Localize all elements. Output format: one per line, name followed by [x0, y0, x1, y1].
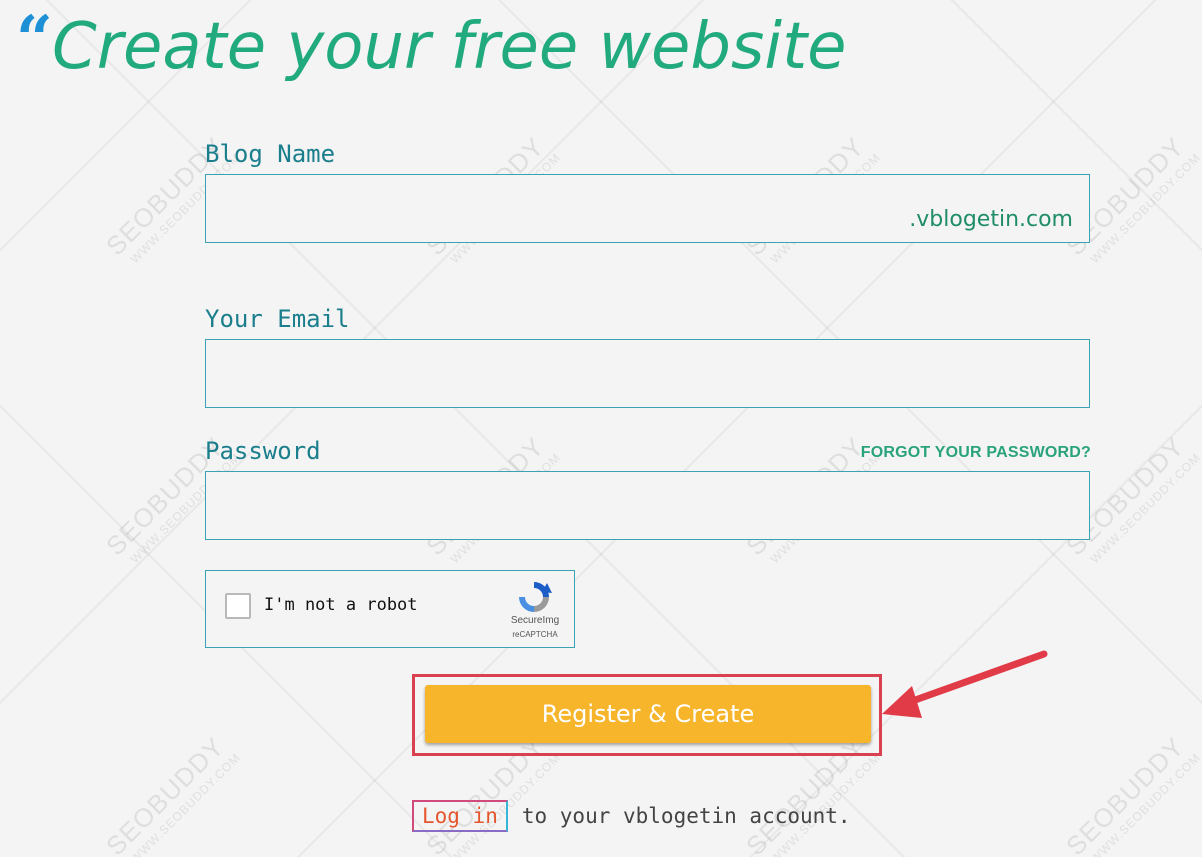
watermark: SEOBUDDYWWW.SEOBUDDY.COM [1060, 731, 1202, 857]
login-link[interactable]: Log in [412, 800, 508, 832]
blog-name-label: Blog Name [205, 140, 336, 168]
email-label: Your Email [205, 305, 350, 333]
watermark: SEOBUDDYWWW.SEOBUDDY.COM [100, 731, 244, 857]
recaptcha-widget: I'm not a robot SecureImg reCAPTCHA [205, 570, 575, 648]
captcha-sub: reCAPTCHA [512, 630, 558, 639]
arrow-icon [882, 650, 1048, 718]
captcha-label: I'm not a robot [264, 595, 418, 615]
blog-name-input[interactable]: .vblogetin.com [205, 174, 1090, 243]
recaptcha-icon [519, 582, 552, 612]
login-suffix-text: to your vblogetin account. [521, 804, 851, 828]
email-input[interactable] [205, 339, 1090, 408]
quote-icon: “ [16, 2, 53, 77]
register-create-button[interactable]: Register & Create [425, 685, 871, 743]
password-input[interactable] [205, 471, 1090, 540]
captcha-brand: SecureImg [510, 615, 560, 626]
password-label: Password [205, 437, 321, 465]
domain-suffix: .vblogetin.com [909, 207, 1073, 232]
page-title: Create your free website [52, 10, 847, 84]
captcha-checkbox[interactable] [225, 593, 251, 619]
forgot-password-link[interactable]: FORGOT YOUR PASSWORD? [861, 444, 1091, 462]
login-row: Log in to your vblogetin account. [412, 800, 851, 832]
